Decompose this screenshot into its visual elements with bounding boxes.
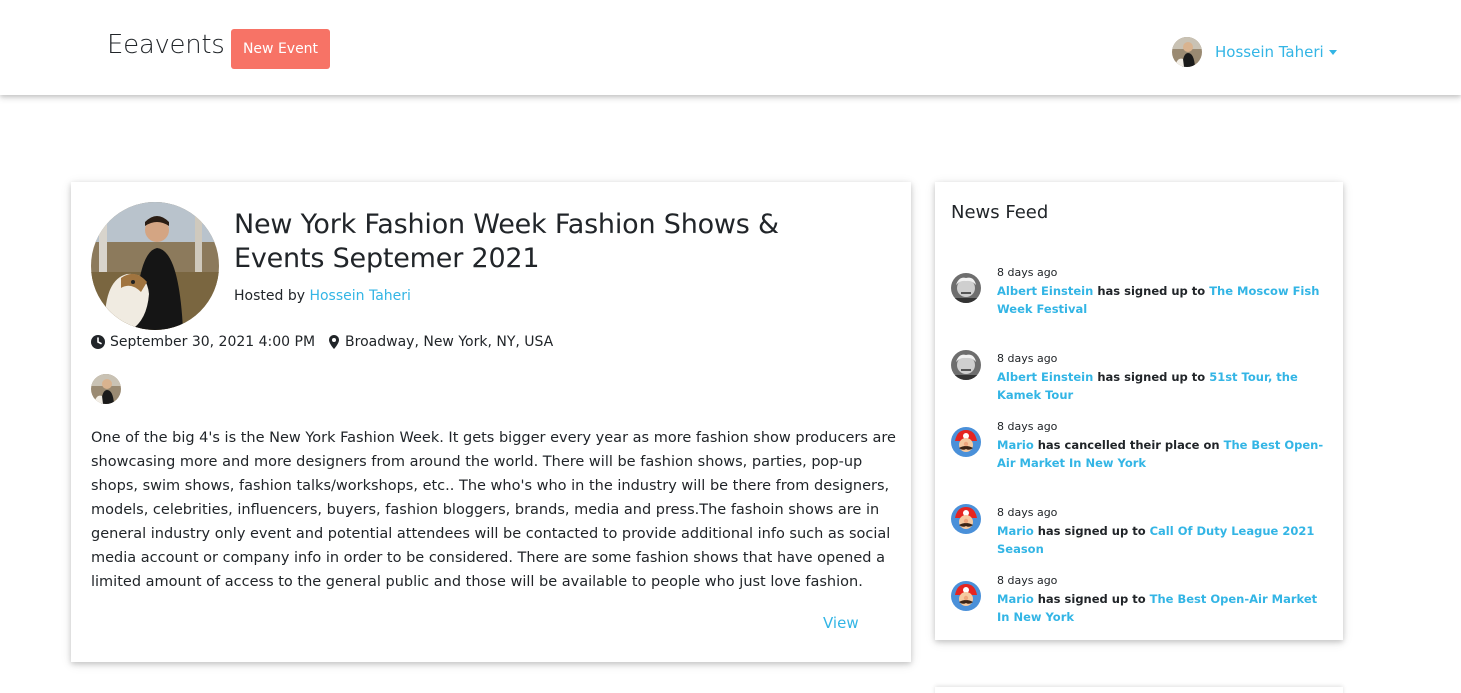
top-navbar: Eeavents New Event Hossein Taheri bbox=[0, 0, 1461, 95]
hosted-by: Hosted by Hossein Taheri bbox=[234, 288, 411, 304]
event-meta: September 30, 2021 4:00 PM Broadway, New… bbox=[91, 334, 553, 350]
host-avatar[interactable] bbox=[91, 202, 219, 330]
chevron-down-icon bbox=[1328, 49, 1337, 55]
feed-action: has signed up to bbox=[1037, 524, 1146, 538]
feed-text: 8 days ago Mario has signed up to The Be… bbox=[997, 572, 1331, 626]
new-event-button[interactable]: New Event bbox=[231, 29, 330, 69]
brand-logo[interactable]: Eeavents bbox=[107, 30, 225, 60]
feed-user-link[interactable]: Mario bbox=[997, 524, 1034, 538]
event-location: Broadway, New York, NY, USA bbox=[345, 334, 554, 350]
clock-icon bbox=[91, 335, 105, 349]
feed-time: 8 days ago bbox=[997, 352, 1058, 365]
event-date: September 30, 2021 4:00 PM bbox=[110, 334, 316, 350]
feed-user-avatar[interactable] bbox=[951, 581, 981, 611]
feed-text: 8 days ago Mario has cancelled their pla… bbox=[997, 418, 1331, 472]
event-description: One of the big 4's is the New York Fashi… bbox=[91, 430, 896, 590]
host-name-link[interactable]: Hossein Taheri bbox=[309, 288, 410, 304]
feed-time: 8 days ago bbox=[997, 506, 1058, 519]
hosted-by-prefix: Hosted by bbox=[234, 288, 305, 304]
feed-text: 8 days ago Albert Einstein has signed up… bbox=[997, 264, 1331, 318]
user-menu-dropdown[interactable]: Hossein Taheri bbox=[1172, 37, 1337, 67]
user-avatar bbox=[1172, 37, 1202, 67]
feed-user-avatar[interactable] bbox=[951, 273, 981, 303]
feed-user-avatar[interactable] bbox=[951, 350, 981, 380]
attendee-avatar[interactable] bbox=[91, 374, 121, 404]
feed-time: 8 days ago bbox=[997, 266, 1058, 279]
news-feed-card: News Feed 8 days ago Albert Einstein has… bbox=[935, 182, 1343, 640]
feed-time: 8 days ago bbox=[997, 574, 1058, 587]
feed-user-link[interactable]: Mario bbox=[997, 592, 1034, 606]
feed-text: 8 days ago Albert Einstein has signed up… bbox=[997, 350, 1331, 404]
feed-user-avatar[interactable] bbox=[951, 427, 981, 457]
map-pin-icon bbox=[329, 335, 340, 349]
event-title: New York Fashion Week Fashion Shows & Ev… bbox=[234, 209, 779, 274]
feed-action: has signed up to bbox=[1097, 284, 1206, 298]
feed-action: has signed up to bbox=[1097, 370, 1206, 384]
feed-action: has signed up to bbox=[1037, 592, 1146, 606]
user-name-label: Hossein Taheri bbox=[1215, 43, 1324, 61]
next-card-edge bbox=[935, 687, 1343, 693]
feed-time: 8 days ago bbox=[997, 420, 1058, 433]
news-feed-title: News Feed bbox=[951, 202, 1049, 223]
event-card: New York Fashion Week Fashion Shows & Ev… bbox=[71, 182, 911, 662]
feed-user-link[interactable]: Albert Einstein bbox=[997, 284, 1093, 298]
feed-user-avatar[interactable] bbox=[951, 504, 981, 534]
feed-text: 8 days ago Mario has signed up to Call O… bbox=[997, 504, 1331, 558]
view-event-link[interactable]: View bbox=[823, 614, 859, 632]
feed-user-link[interactable]: Albert Einstein bbox=[997, 370, 1093, 384]
feed-action: has cancelled their place on bbox=[1037, 438, 1220, 452]
feed-user-link[interactable]: Mario bbox=[997, 438, 1034, 452]
